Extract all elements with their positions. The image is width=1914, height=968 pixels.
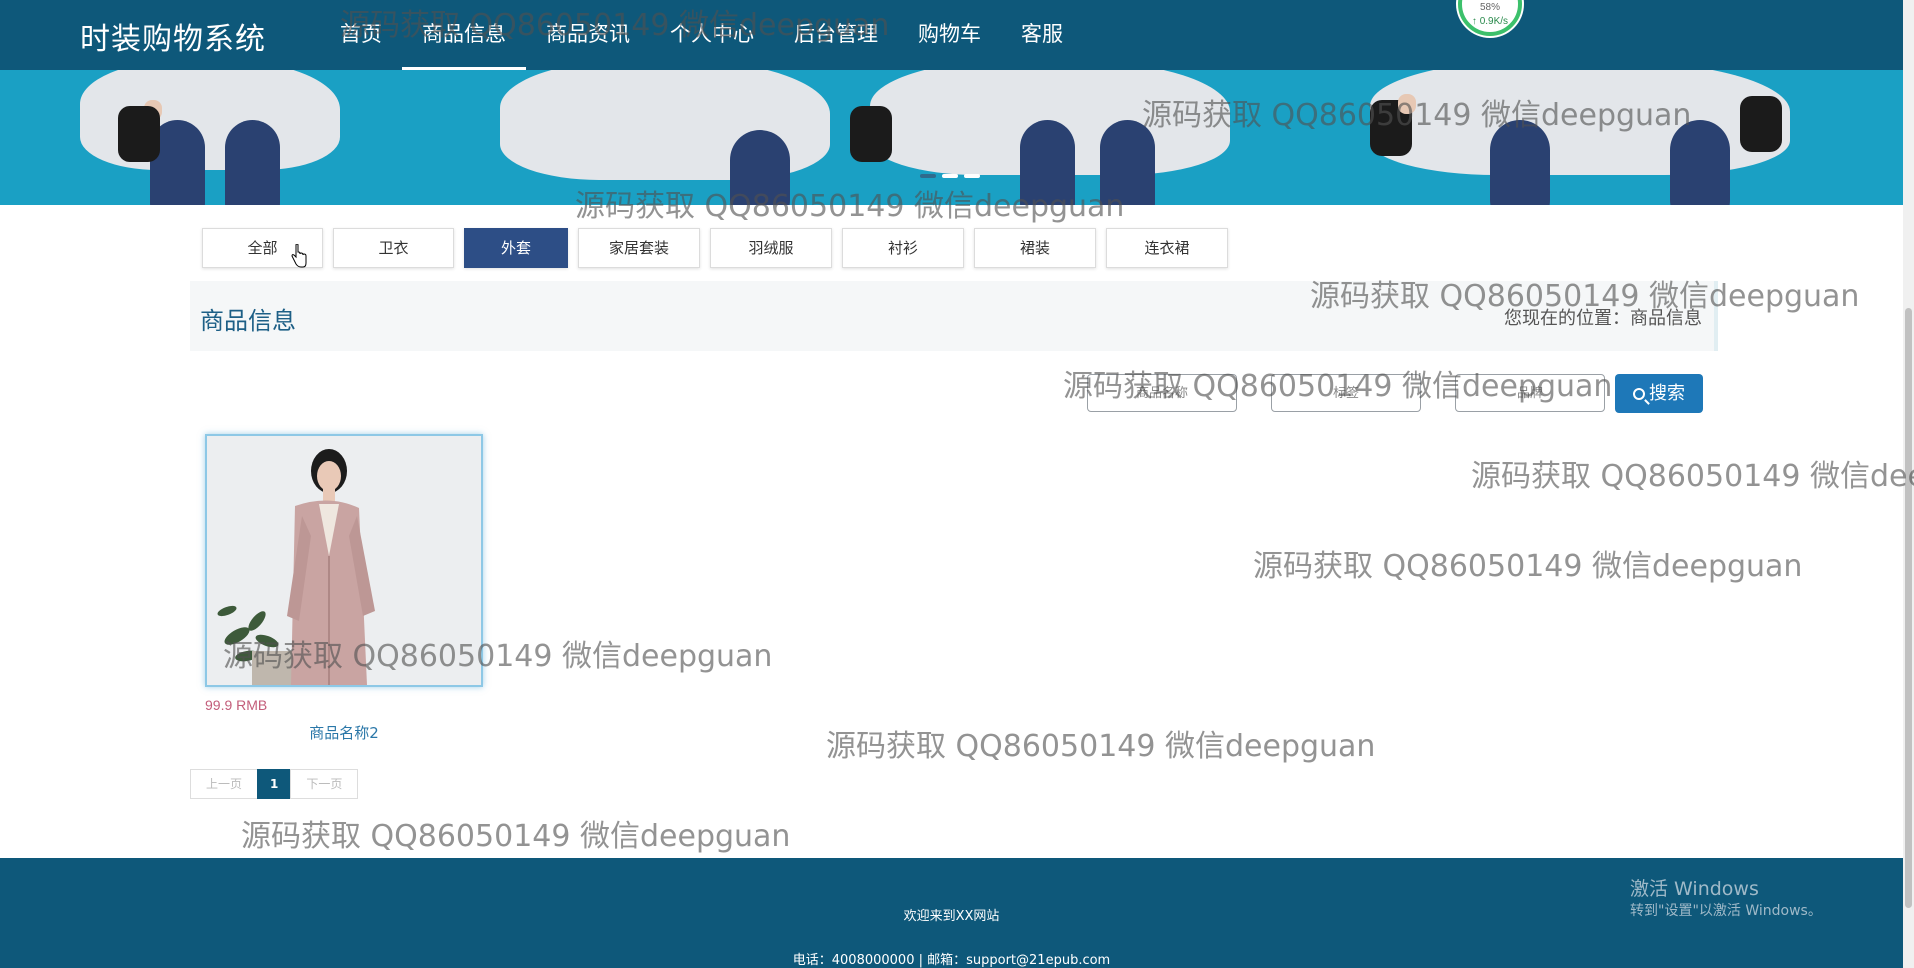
search-form bbox=[1087, 374, 1605, 412]
slide-dot[interactable] bbox=[942, 174, 958, 178]
footer: 欢迎来到XX网站 电话：4008000000 | 邮箱：support@21ep… bbox=[0, 858, 1903, 968]
nav-item-cart[interactable]: 购物车 bbox=[898, 0, 1001, 70]
footer-contact: 电话：4008000000 | 邮箱：support@21epub.com bbox=[792, 953, 1111, 968]
tag-input[interactable] bbox=[1271, 374, 1421, 412]
category-tab-skirt[interactable]: 裙装 bbox=[974, 228, 1096, 268]
top-navbar: 时装购物系统 首页 商品信息 商品资讯 个人中心 后台管理 购物车 客服 bbox=[0, 0, 1903, 70]
product-image[interactable] bbox=[205, 434, 483, 687]
category-tab-down-jacket[interactable]: 羽绒服 bbox=[710, 228, 832, 268]
banner-model-figure bbox=[850, 70, 1270, 205]
watermark-text: 源码获取 QQ86050149 微信deepguan bbox=[826, 729, 1376, 764]
nav-item-service[interactable]: 客服 bbox=[1001, 0, 1083, 70]
prev-page-button[interactable]: 上一页 bbox=[190, 769, 259, 799]
category-tab-dress[interactable]: 连衣裙 bbox=[1106, 228, 1228, 268]
category-tab-homewear[interactable]: 家居套装 bbox=[578, 228, 700, 268]
page-number-current[interactable]: 1 bbox=[257, 769, 292, 799]
speed-rate: ↑ 0.9K/s bbox=[1471, 16, 1509, 27]
breadcrumb: 您现在的位置：商品信息 bbox=[1504, 304, 1702, 330]
section-title-bar: 商品信息 您现在的位置：商品信息 bbox=[190, 281, 1718, 351]
page-scrollbar[interactable] bbox=[1903, 0, 1914, 968]
banner-model-figure bbox=[60, 70, 360, 205]
nav-item-news[interactable]: 商品资讯 bbox=[526, 0, 650, 70]
watermark-text: 源码获取 QQ86050149 微信deepguan bbox=[1253, 549, 1803, 584]
product-name-link[interactable]: 商品名称2 bbox=[205, 722, 483, 743]
windows-activation-subtitle: 转到"设置"以激活 Windows。 bbox=[1630, 903, 1822, 919]
footer-welcome: 欢迎来到XX网站 bbox=[903, 909, 1000, 924]
pagination: 上一页 1 下一页 bbox=[190, 769, 359, 799]
banner-slide-indicators bbox=[920, 174, 980, 178]
nav-item-home[interactable]: 首页 bbox=[320, 0, 402, 70]
nav-item-personal-center[interactable]: 个人中心 bbox=[650, 0, 774, 70]
product-name-input[interactable] bbox=[1087, 374, 1237, 412]
banner-model-figure bbox=[1330, 70, 1850, 205]
search-button-label: 搜索 bbox=[1649, 383, 1685, 404]
scrollbar-thumb[interactable] bbox=[1905, 308, 1912, 908]
slide-dot[interactable] bbox=[920, 174, 936, 178]
hero-banner[interactable] bbox=[0, 70, 1903, 205]
breadcrumb-label: 您现在的位置： bbox=[1504, 308, 1630, 329]
product-photo-illustration bbox=[207, 436, 481, 685]
product-card: 99.9 RMB 商品名称2 bbox=[205, 434, 483, 742]
breadcrumb-current[interactable]: 商品信息 bbox=[1630, 308, 1702, 329]
page: 时装购物系统 首页 商品信息 商品资讯 个人中心 后台管理 购物车 客服 58%… bbox=[0, 0, 1914, 968]
product-price: 99.9 RMB bbox=[205, 697, 268, 713]
category-tab-shirt[interactable]: 衬衫 bbox=[842, 228, 964, 268]
search-icon bbox=[1633, 388, 1645, 400]
banner-model-figure bbox=[500, 70, 830, 205]
page-title: 商品信息 bbox=[200, 307, 296, 335]
nav-item-products[interactable]: 商品信息 bbox=[402, 0, 526, 70]
hand-cursor-icon bbox=[291, 244, 307, 268]
slide-dot[interactable] bbox=[964, 174, 980, 178]
watermark-text: 源码获取 QQ86050149 微信deepguan bbox=[241, 819, 791, 854]
category-tab-jacket[interactable]: 外套 bbox=[464, 228, 568, 268]
site-brand[interactable]: 时装购物系统 bbox=[80, 14, 266, 58]
category-tabs: 全部 卫衣 外套 家居套装 羽绒服 衬衫 裙装 连衣裙 bbox=[202, 228, 1228, 268]
speed-percent: 58% bbox=[1479, 2, 1500, 13]
category-tab-hoodie[interactable]: 卫衣 bbox=[333, 228, 454, 268]
nav-item-admin[interactable]: 后台管理 bbox=[774, 0, 898, 70]
windows-activation-title: 激活 Windows bbox=[1630, 878, 1759, 900]
watermark-text: 源码获取 QQ86050149 微信deepguan bbox=[1471, 459, 1914, 494]
search-button[interactable]: 搜索 bbox=[1615, 374, 1703, 413]
brand-input[interactable] bbox=[1455, 374, 1605, 412]
main-nav: 首页 商品信息 商品资讯 个人中心 后台管理 购物车 客服 bbox=[320, 0, 1083, 70]
next-page-button[interactable]: 下一页 bbox=[290, 769, 359, 799]
